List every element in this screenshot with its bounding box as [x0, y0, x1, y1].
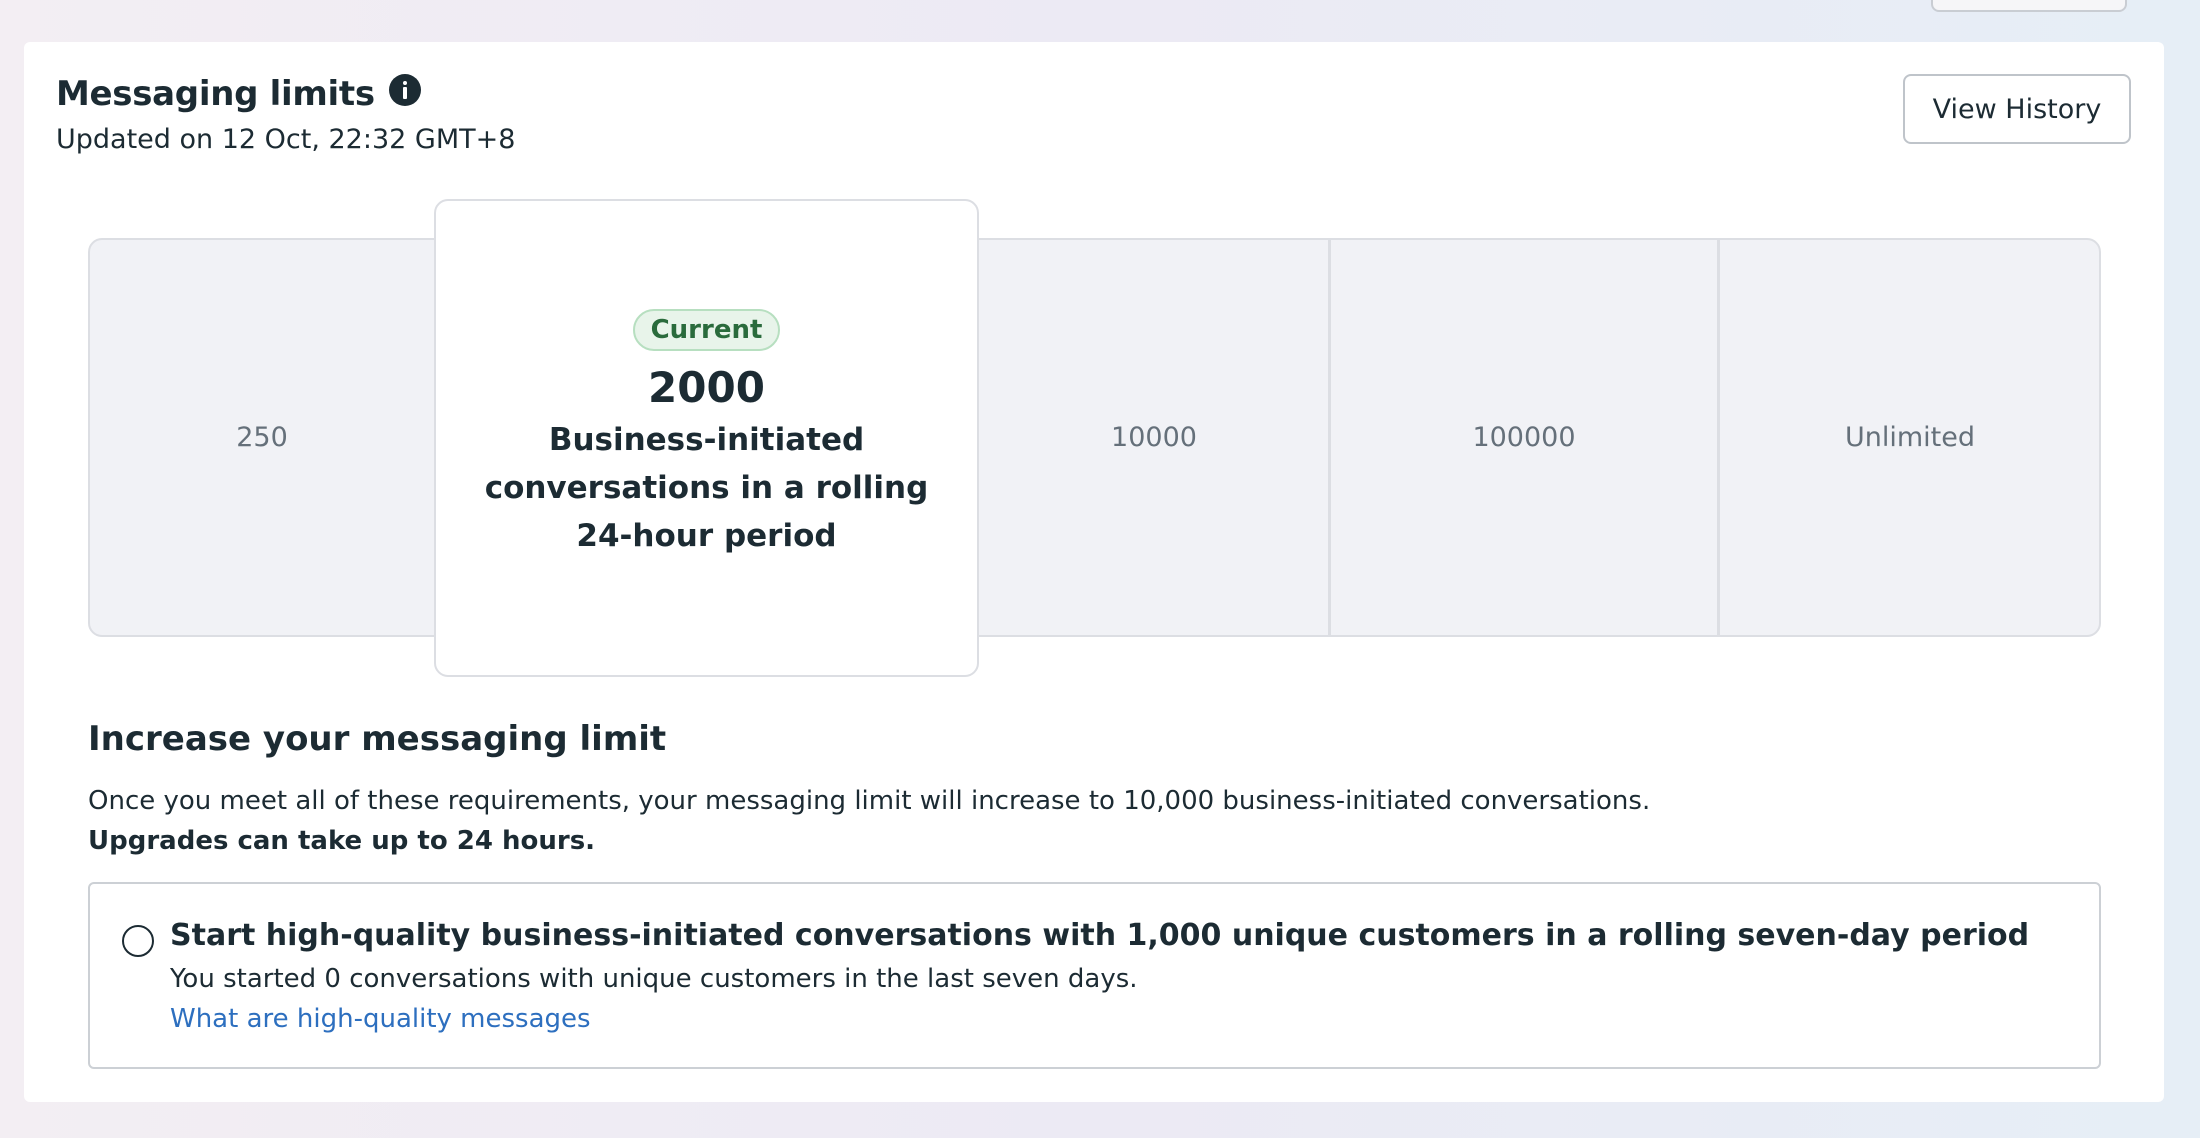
current-limit-value: 2000 [648, 363, 765, 412]
title-row: Messaging limits [56, 74, 421, 114]
current-tier-card: Current 2000 Business-initiated conversa… [434, 199, 979, 677]
high-quality-messages-link[interactable]: What are high-quality messages [170, 1004, 591, 1034]
increase-heading: Increase your messaging limit [88, 719, 667, 759]
tier-100000: 100000 [1472, 422, 1576, 453]
top-partial-button[interactable] [1931, 0, 2127, 12]
tier-250: 250 [236, 422, 288, 453]
requirement-status-radio [122, 925, 154, 957]
current-limit-description: Business-initiated conversations in a ro… [484, 422, 929, 554]
tier-10000: 10000 [1111, 422, 1197, 453]
page-title: Messaging limits [56, 74, 375, 114]
requirement-title: Start high-quality business-initiated co… [170, 918, 2030, 953]
requirement-item: Start high-quality business-initiated co… [88, 882, 2101, 1069]
upgrade-note: Upgrades can take up to 24 hours. [88, 826, 596, 856]
tier-track: 250 10000 100000 Unlimited [88, 238, 2101, 637]
messaging-limits-card: Messaging limits Updated on 12 Oct, 22:3… [24, 42, 2164, 1102]
requirement-progress: You started 0 conversations with unique … [170, 964, 1138, 994]
view-history-button[interactable]: View History [1903, 74, 2131, 144]
increase-description: Once you meet all of these requirements,… [88, 786, 1651, 816]
current-badge: Current [632, 309, 781, 351]
tier-unlimited: Unlimited [1844, 422, 1976, 453]
updated-timestamp: Updated on 12 Oct, 22:32 GMT+8 [56, 124, 516, 155]
info-icon[interactable] [388, 74, 421, 106]
